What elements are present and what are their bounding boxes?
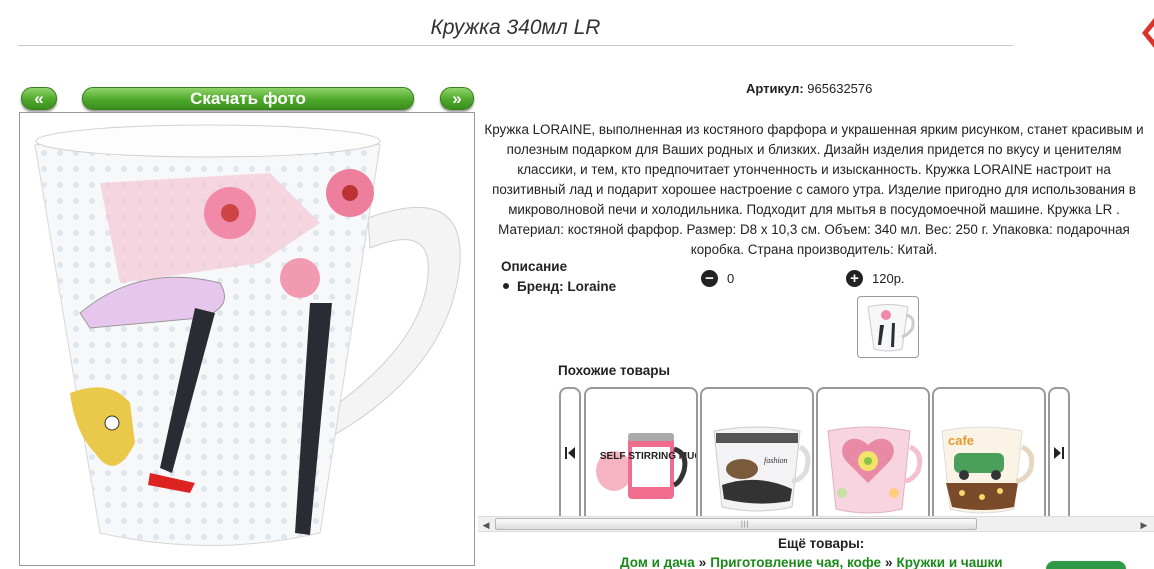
- specs-list: Бренд: Loraine: [501, 279, 616, 294]
- skip-back-icon: [565, 447, 575, 459]
- mug-illustration: [34, 124, 461, 546]
- thumbnail-image: [867, 304, 915, 352]
- sku-label: Артикул:: [746, 81, 804, 96]
- title-divider: [18, 45, 1013, 46]
- breadcrumb-tea-coffee[interactable]: Приготовление чая, кофе: [710, 555, 881, 569]
- grip-icon: |||: [741, 521, 750, 528]
- card-text: fashion: [764, 456, 788, 465]
- spec-brand: Бренд: Loraine: [501, 279, 616, 294]
- price-value: 120р.: [872, 270, 905, 286]
- similar-product-image: fashion: [713, 426, 811, 512]
- similar-product-card[interactable]: SELF STIRRING MUG: [584, 387, 698, 517]
- product-description: Кружка LORAINE, выполненная из костяного…: [484, 122, 1144, 257]
- breadcrumb-home-garden[interactable]: Дом и дача: [620, 555, 695, 569]
- similar-product-card[interactable]: fashion: [700, 387, 814, 517]
- product-sku: Артикул: 965632576: [746, 81, 872, 96]
- product-photo[interactable]: [19, 112, 475, 566]
- chat-widget-tab[interactable]: [1046, 561, 1126, 569]
- sku-value: 965632576: [807, 81, 873, 96]
- breadcrumb-mugs-cups[interactable]: Кружки и чашки: [896, 555, 1002, 569]
- breadcrumb: Дом и дача» Приготовление чая, кофе» Кружк…: [620, 555, 1003, 569]
- price-control: + 120р.: [846, 269, 905, 287]
- similar-product-card[interactable]: [816, 387, 930, 517]
- bullet-icon: [503, 283, 509, 289]
- similar-product-image: SELF STIRRING MUG: [596, 433, 696, 499]
- carousel-scrollbar[interactable]: ◀ ||| ▶: [478, 516, 1154, 532]
- card-text: cafe: [948, 433, 974, 448]
- plus-icon[interactable]: +: [846, 269, 863, 287]
- download-photo-button[interactable]: Скачать фото: [82, 87, 414, 110]
- similar-products-heading: Похожие товары: [558, 363, 671, 378]
- carousel-next-button[interactable]: [1048, 387, 1070, 517]
- minus-icon[interactable]: −: [701, 269, 718, 287]
- breadcrumb-separator: »: [698, 555, 707, 569]
- photo-thumbnail[interactable]: [857, 296, 919, 358]
- more-products-heading: Ещё товары:: [778, 536, 865, 551]
- specs-heading: Описание: [501, 259, 568, 274]
- quantity-control: − 0: [701, 269, 734, 287]
- breadcrumb-separator: »: [884, 555, 893, 569]
- spec-brand-text: Бренд: Loraine: [517, 279, 617, 294]
- similar-product-image: [827, 426, 923, 514]
- similar-product-image: cafe: [941, 426, 1035, 514]
- next-photo-button[interactable]: »: [440, 87, 474, 110]
- skip-forward-icon: [1054, 447, 1064, 459]
- prev-photo-button[interactable]: «: [21, 87, 57, 110]
- similar-product-card[interactable]: cafe: [932, 387, 1046, 517]
- scroll-left-icon[interactable]: ◀: [480, 519, 492, 531]
- page-title: Кружка 340мл LR: [430, 16, 601, 39]
- carousel-prev-button[interactable]: [559, 387, 581, 517]
- quantity-value: 0: [727, 270, 735, 286]
- close-icon[interactable]: [1140, 18, 1154, 48]
- product-specs: Описание Бренд: Loraine: [501, 259, 616, 294]
- scrollbar-thumb[interactable]: |||: [495, 518, 977, 530]
- scroll-right-icon[interactable]: ▶: [1138, 519, 1150, 531]
